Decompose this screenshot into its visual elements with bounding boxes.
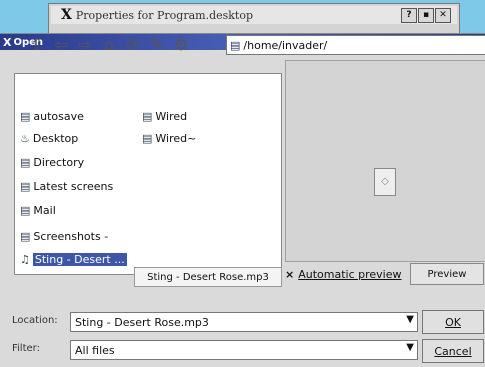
navigation-toolbar: ⇧ ⇦ ⇨ ⌂ ⟳ ✎ ⚙ (28, 34, 190, 56)
cancel-button[interactable]: Cancel (422, 339, 484, 363)
x-logo-icon: X (61, 7, 72, 23)
document-icon: ◇ (374, 168, 396, 196)
location-label: Location: (12, 315, 58, 326)
path-combobox[interactable]: ▤ /home/invader/ (226, 35, 485, 55)
list-item[interactable]: ▤ Latest screens (20, 178, 113, 194)
file-list[interactable] (14, 73, 282, 275)
list-item[interactable]: ▤ Wired~ (142, 130, 196, 146)
properties-window-titlebar[interactable]: X Properties for Program.desktop ? ▪ ✕ (51, 6, 457, 24)
preview-pane (285, 60, 485, 262)
new-folder-icon[interactable]: ✎ (148, 35, 166, 55)
folder-icon: ▤ (20, 203, 31, 217)
folder-icon: ▤ (142, 131, 153, 145)
list-item[interactable]: ♨ Desktop (20, 130, 78, 146)
folder-icon: ▤ (20, 179, 31, 193)
filter-label: Filter: (12, 343, 40, 354)
location-combobox[interactable]: Sting - Desert Rose.mp3 ▼ (70, 312, 418, 332)
chevron-down-icon[interactable]: ▼ (406, 314, 414, 325)
up-arrow-icon[interactable]: ⇧ (28, 35, 46, 55)
home-icon[interactable]: ⌂ (100, 35, 118, 55)
folder-icon: ▤ (20, 109, 31, 123)
window-minimize-button[interactable]: ▪ (418, 8, 434, 23)
forward-arrow-icon[interactable]: ⇨ (76, 35, 94, 55)
list-item[interactable]: ▤ Directory (20, 154, 84, 170)
list-item[interactable]: ▤ Screenshots - (20, 228, 108, 244)
preview-button[interactable]: Preview (410, 263, 484, 285)
window-help-button[interactable]: ? (401, 8, 417, 23)
checkbox-mark-icon: × (285, 267, 295, 281)
ok-button[interactable]: OK (422, 310, 484, 334)
properties-window-title: Properties for Program.desktop (75, 8, 254, 22)
folder-icon: ▤ (142, 109, 153, 123)
filter-combobox[interactable]: All files ▼ (70, 340, 418, 360)
back-arrow-icon[interactable]: ⇦ (52, 35, 70, 55)
x-logo-icon: X (3, 35, 12, 49)
filter-value: All files (75, 343, 115, 357)
automatic-preview-checkbox[interactable]: × Automatic preview (285, 265, 402, 283)
desktop-icon: ♨ (20, 131, 30, 145)
folder-icon: ▤ (230, 38, 241, 52)
folder-icon: ▤ (20, 229, 31, 243)
reload-icon[interactable]: ⟳ (124, 35, 142, 55)
window-close-button[interactable]: ✕ (435, 8, 451, 23)
path-value: /home/invader/ (243, 38, 328, 52)
filename-tooltip: Sting - Desert Rose.mp3 (134, 267, 282, 287)
chevron-down-icon[interactable]: ▼ (406, 342, 414, 353)
settings-icon[interactable]: ⚙ (172, 35, 190, 55)
list-item-selected[interactable]: ♫ Sting - Desert ... (20, 251, 127, 267)
list-item[interactable]: ▤ Mail (20, 202, 56, 218)
location-value: Sting - Desert Rose.mp3 (75, 315, 209, 329)
list-item[interactable]: ▤ autosave (20, 108, 84, 124)
folder-icon: ▤ (20, 155, 31, 169)
list-item[interactable]: ▤ Wired (142, 108, 187, 124)
audio-file-icon: ♫ (20, 252, 30, 266)
